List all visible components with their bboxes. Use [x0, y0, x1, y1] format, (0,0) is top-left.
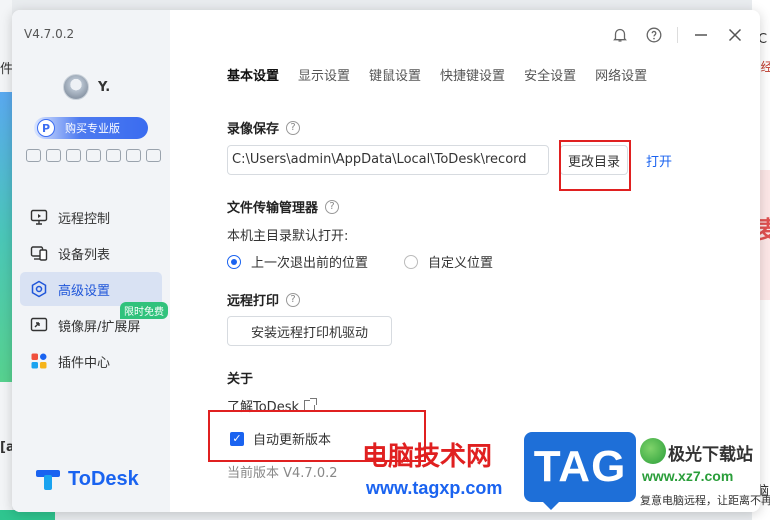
recording-title: 录像保存 [227, 122, 280, 137]
install-printer-driver-button[interactable]: 安装远程打印机驱动 [227, 316, 392, 346]
radio-custom-location[interactable] [404, 254, 419, 269]
todesk-logo: ToDesk [34, 467, 139, 491]
radio-last-location[interactable] [227, 254, 241, 269]
tab-display-settings[interactable]: 显示设置 [298, 65, 350, 84]
tab-security-settings[interactable]: 安全设置 [524, 65, 576, 84]
tab-basic-settings[interactable]: 基本设置 [227, 65, 279, 84]
help-icon[interactable]: ? [286, 120, 301, 135]
tab-network-settings[interactable]: 网络设置 [595, 65, 647, 84]
window-icon[interactable] [66, 149, 81, 162]
todesk-logo-text: ToDesk [68, 467, 139, 490]
todesk-logo-icon [34, 467, 62, 491]
default-directory-label: 本机主目录默认打开: [227, 229, 349, 244]
sidebar-item-label: 插件中心 [58, 355, 111, 371]
recording-path-input[interactable]: C:\Users\admin\AppData\Local\ToDesk\reco… [227, 145, 549, 175]
recording-section-title: 录像保存 ? [227, 118, 301, 137]
file-transfer-title: 文件传输管理器 [227, 201, 319, 216]
username[interactable]: Y. [98, 80, 110, 95]
remote-print-section-title: 远程打印 ? [227, 290, 301, 309]
radio-custom-location-label[interactable]: 自定义位置 [428, 252, 493, 271]
about-section-title: 关于 [227, 368, 253, 387]
more-icon[interactable] [146, 149, 161, 162]
about-title: 关于 [227, 372, 254, 387]
current-version: 当前版本 V4.7.0.2 [227, 466, 338, 481]
settings-content: 基本设置 显示设置 键鼠设置 快捷键设置 安全设置 网络设置 录像保存 ? C:… [170, 10, 760, 512]
sidebar-item-label: 高级设置 [58, 283, 111, 299]
plugin-center-icon [30, 352, 48, 370]
buy-pro-label: 购买专业版 [65, 122, 120, 135]
sidebar-item-advanced-settings[interactable]: 高级设置 [20, 272, 162, 306]
free-badge: 限时免费 [120, 302, 168, 319]
shield-icon[interactable] [126, 149, 141, 162]
sidebar: V4.7.0.2 Y. P 购买专业版 远程控制 设备列表 高级设置 镜像屏/扩… [12, 10, 170, 512]
sidebar-item-mirror-screen[interactable]: 镜像屏/扩展屏 限时免费 [20, 302, 168, 342]
app-version: V4.7.0.2 [24, 27, 75, 41]
pro-icon: P [37, 119, 55, 137]
remote-control-icon [30, 208, 48, 226]
highlight-box [208, 410, 426, 462]
background-left: 件 [a [0, 0, 55, 520]
advanced-settings-icon [30, 280, 48, 298]
device-list-icon [30, 244, 48, 262]
settings-tabs: 基本设置 显示设置 键鼠设置 快捷键设置 安全设置 网络设置 [227, 65, 666, 84]
sidebar-item-device-list[interactable]: 设备列表 [20, 236, 162, 270]
gamepad-icon[interactable] [26, 149, 41, 162]
buy-pro-button[interactable]: P 购买专业版 [34, 117, 148, 139]
highlight-box [559, 140, 631, 191]
remote-print-title: 远程打印 [227, 294, 280, 309]
quick-icons [26, 149, 161, 162]
mirror-screen-icon [30, 316, 48, 334]
file-transfer-section-title: 文件传输管理器 ? [227, 197, 340, 216]
todesk-window: V4.7.0.2 Y. P 购买专业版 远程控制 设备列表 高级设置 镜像屏/扩… [12, 10, 760, 512]
help-icon[interactable]: ? [286, 292, 301, 307]
background-banner [0, 92, 12, 382]
help-icon[interactable]: ? [325, 199, 340, 214]
radio-last-location-label[interactable]: 上一次退出前的位置 [251, 252, 368, 271]
phone-icon[interactable] [106, 149, 121, 162]
sidebar-item-remote-control[interactable]: 远程控制 [20, 200, 162, 234]
sidebar-item-label: 远程控制 [58, 211, 111, 227]
tab-keyboard-mouse-settings[interactable]: 键鼠设置 [369, 65, 421, 84]
monitor-icon[interactable] [46, 149, 61, 162]
open-directory-link[interactable]: 打开 [646, 151, 672, 170]
sidebar-item-plugin-center[interactable]: 插件中心 [20, 344, 162, 378]
tablet-icon[interactable] [86, 149, 101, 162]
sidebar-nav: 远程控制 设备列表 高级设置 镜像屏/扩展屏 限时免费 插件中心 [20, 200, 168, 380]
sidebar-item-label: 设备列表 [58, 247, 111, 263]
avatar[interactable] [63, 74, 89, 100]
default-directory-options: 上一次退出前的位置 自定义位置 [227, 252, 493, 271]
tab-shortcut-settings[interactable]: 快捷键设置 [440, 65, 505, 84]
